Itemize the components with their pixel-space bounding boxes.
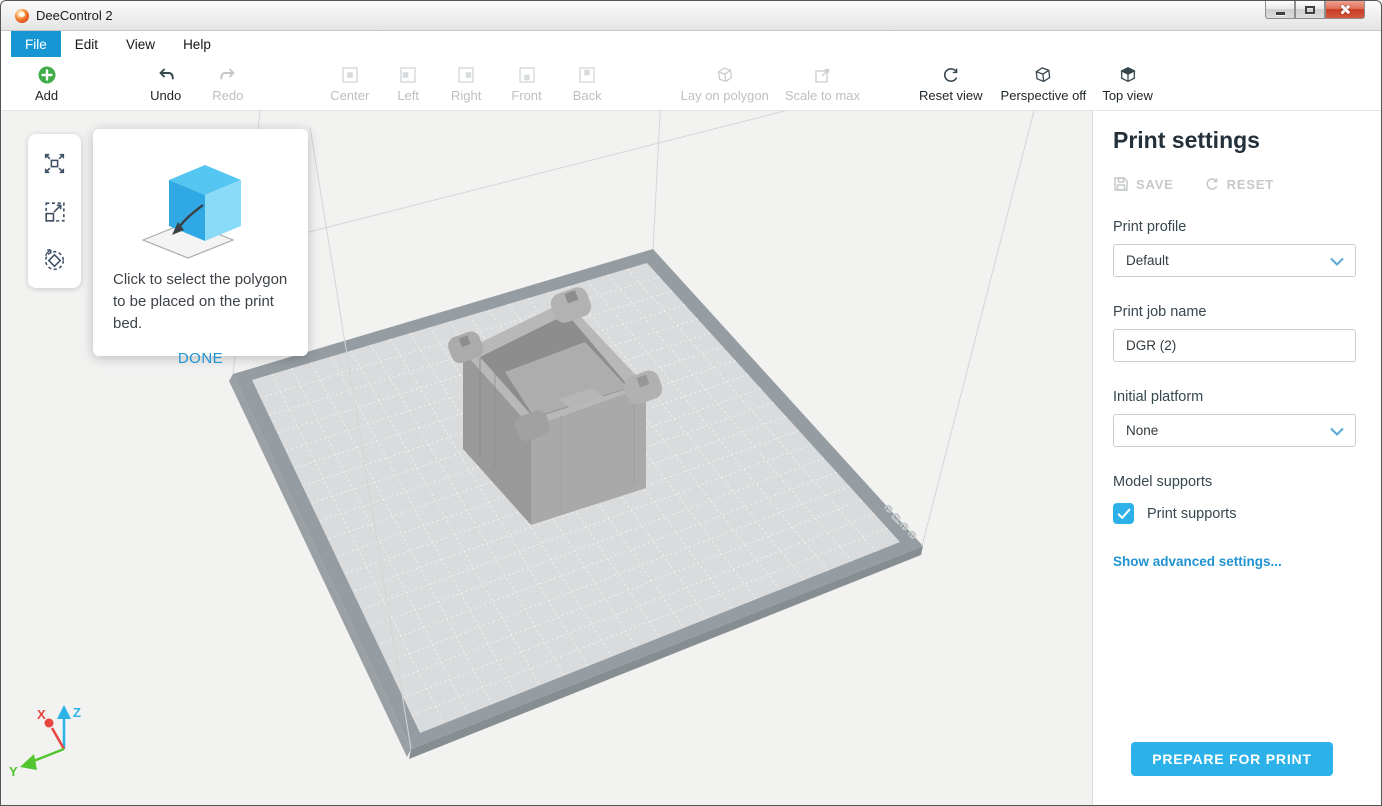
chevron-down-icon	[1330, 427, 1344, 436]
print-job-name-label: Print job name	[1113, 304, 1355, 320]
prepare-for-print-button[interactable]: PREPARE FOR PRINT	[1131, 742, 1333, 776]
menu-edit[interactable]: Edit	[61, 31, 112, 57]
cube-illustration	[131, 145, 271, 263]
initial-platform-select[interactable]: None	[1113, 414, 1356, 447]
maximize-icon	[1305, 6, 1315, 14]
chevron-down-icon	[1330, 257, 1344, 266]
view-front-icon	[517, 64, 537, 86]
minimize-icon	[1276, 12, 1285, 15]
perspective-icon	[1033, 64, 1053, 86]
view-center-icon	[340, 64, 360, 86]
reset-view-icon	[941, 64, 961, 86]
move-tool-button[interactable]	[34, 142, 76, 184]
y-axis-arrow	[20, 754, 37, 770]
redo-icon	[218, 64, 238, 86]
model-supports-label: Model supports	[1113, 474, 1355, 490]
lay-on-polygon-icon	[715, 64, 735, 86]
print-supports-checkbox[interactable]	[1113, 503, 1134, 524]
y-axis-label: Y	[9, 764, 18, 779]
titlebar: DeeControl 2	[1, 1, 1381, 31]
initial-platform-label: Initial platform	[1113, 389, 1355, 405]
check-icon	[1117, 508, 1131, 520]
menubar: File Edit View Help	[1, 31, 1381, 57]
toolbar-back-button[interactable]: Back	[567, 64, 608, 103]
toolbar-perspective-button[interactable]: Perspective off	[995, 64, 1093, 103]
print-supports-row: Print supports	[1113, 503, 1355, 524]
tutorial-popup: Click to select the polygon to be placed…	[93, 129, 308, 356]
menu-file[interactable]: File	[11, 31, 61, 57]
close-button[interactable]	[1325, 1, 1365, 19]
menu-help[interactable]: Help	[169, 31, 225, 57]
app-logo-icon	[15, 9, 29, 23]
close-icon	[1340, 4, 1351, 15]
window-title: DeeControl 2	[36, 8, 113, 23]
top-view-icon	[1118, 64, 1138, 86]
minimize-button[interactable]	[1265, 1, 1295, 19]
window-controls	[1265, 1, 1365, 19]
rotate-tool-button[interactable]	[34, 238, 76, 280]
toolbar-right-button[interactable]: Right	[445, 64, 487, 103]
toolbar-lay-on-polygon-button[interactable]: Lay on polygon	[675, 64, 775, 103]
scale-to-max-icon	[812, 64, 832, 86]
print-supports-label: Print supports	[1147, 506, 1236, 522]
show-advanced-settings-link[interactable]: Show advanced settings...	[1113, 554, 1355, 569]
print-job-name-input[interactable]	[1113, 329, 1356, 362]
x-axis-arrow	[45, 719, 54, 728]
toolbar-scale-to-max-button[interactable]: Scale to max	[779, 64, 866, 103]
view-right-icon	[456, 64, 476, 86]
app-window: DeeControl 2 File Edit View Help Add Und…	[0, 0, 1382, 806]
toolbar-undo-button[interactable]: Undo	[144, 64, 187, 103]
toolbar: Add Undo Redo Center Left	[1, 57, 1381, 111]
add-icon	[37, 64, 57, 86]
reset-button[interactable]: RESET	[1204, 176, 1274, 192]
toolbar-left-button[interactable]: Left	[391, 64, 425, 103]
undo-icon	[156, 64, 176, 86]
menu-view[interactable]: View	[112, 31, 169, 57]
toolbar-reset-view-button[interactable]: Reset view	[913, 64, 989, 103]
reset-icon	[1204, 176, 1220, 192]
toolbar-center-button[interactable]: Center	[324, 64, 375, 103]
toolbar-front-button[interactable]: Front	[505, 64, 547, 103]
axes-gizmo: Z X Y	[9, 705, 81, 779]
save-icon	[1113, 176, 1129, 192]
move-icon	[41, 150, 68, 177]
toolbar-redo-button[interactable]: Redo	[206, 64, 249, 103]
z-axis-arrow	[57, 705, 71, 719]
save-button[interactable]: SAVE	[1113, 176, 1174, 192]
z-axis-label: Z	[73, 705, 81, 720]
print-profile-label: Print profile	[1113, 219, 1355, 235]
view-back-icon	[577, 64, 597, 86]
3d-viewport[interactable]: edee	[1, 111, 1092, 806]
toolbar-top-view-button[interactable]: Top view	[1096, 64, 1159, 103]
view-left-icon	[398, 64, 418, 86]
done-button[interactable]: DONE	[93, 350, 308, 367]
print-profile-select[interactable]: Default	[1113, 244, 1356, 277]
scale-tool-button[interactable]	[34, 190, 76, 232]
rotate-icon	[41, 246, 68, 273]
panel-title: Print settings	[1113, 127, 1355, 154]
tutorial-message: Click to select the polygon to be placed…	[93, 263, 308, 334]
print-settings-panel: Print settings SAVE RESET Print profile	[1092, 111, 1381, 806]
scale-icon	[41, 198, 68, 225]
toolbar-add-button[interactable]: Add	[29, 64, 64, 103]
x-axis-label: X	[37, 707, 46, 722]
maximize-button[interactable]	[1295, 1, 1325, 19]
transform-tool-palette	[28, 134, 81, 288]
